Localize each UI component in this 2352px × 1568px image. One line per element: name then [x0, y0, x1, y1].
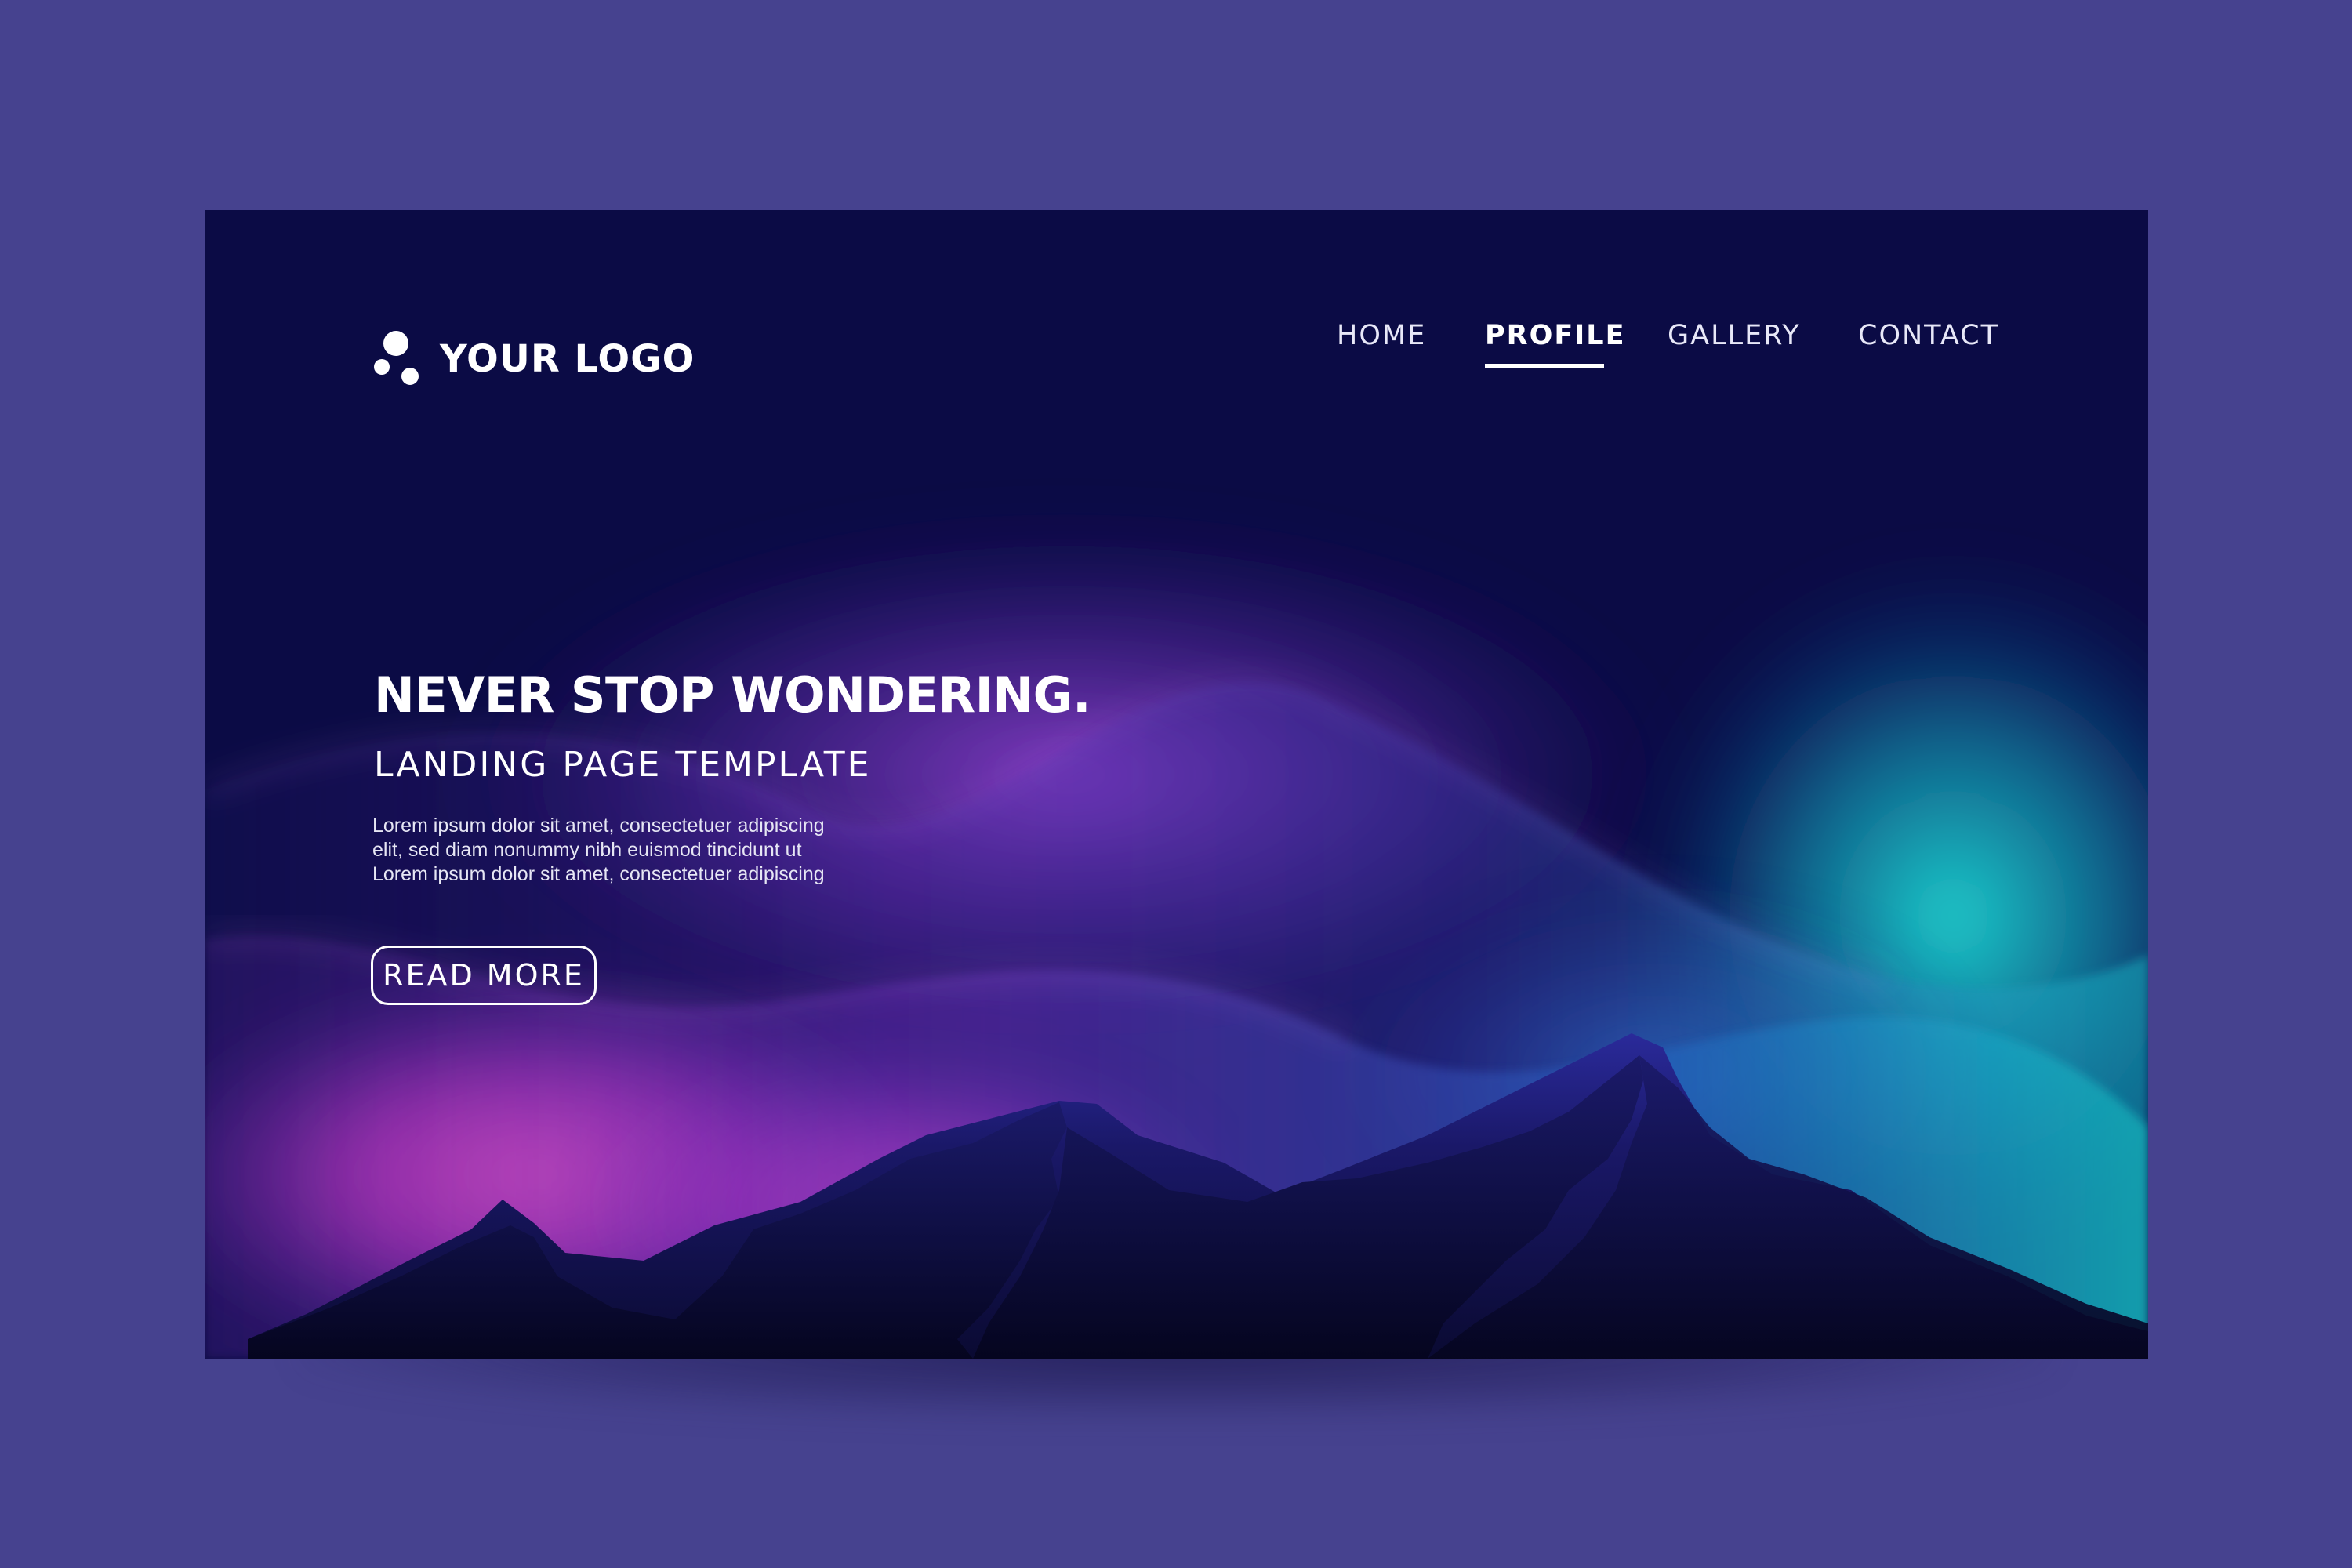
hero-body-line: Lorem ipsum dolor sit amet, consectetuer…	[372, 863, 825, 885]
main-navigation: HOME PROFILE GALLERY CONTACT	[205, 320, 2148, 383]
presentation-background: YOUR LOGO HOME PROFILE GALLERY CONTACT N…	[0, 0, 2352, 1568]
nav-item-home[interactable]: HOME	[1337, 320, 1426, 351]
active-nav-indicator	[1485, 364, 1604, 368]
hero-headline: NEVER STOP WONDERING.	[374, 666, 1091, 724]
hero-body-line: elit, sed diam nonummy nibh euismod tinc…	[372, 839, 802, 861]
nav-item-contact[interactable]: CONTACT	[1858, 320, 1999, 351]
hero-body-line: Lorem ipsum dolor sit amet, consectetuer…	[372, 815, 825, 837]
read-more-button[interactable]: READ MORE	[371, 946, 597, 1005]
hero-subheading: LANDING PAGE TEMPLATE	[374, 745, 872, 785]
nav-item-gallery[interactable]: GALLERY	[1668, 320, 1801, 351]
nav-item-profile[interactable]: PROFILE	[1485, 320, 1626, 351]
landing-page-card: YOUR LOGO HOME PROFILE GALLERY CONTACT N…	[205, 210, 2148, 1359]
hero-body-text: Lorem ipsum dolor sit amet, consectetuer…	[372, 814, 825, 887]
